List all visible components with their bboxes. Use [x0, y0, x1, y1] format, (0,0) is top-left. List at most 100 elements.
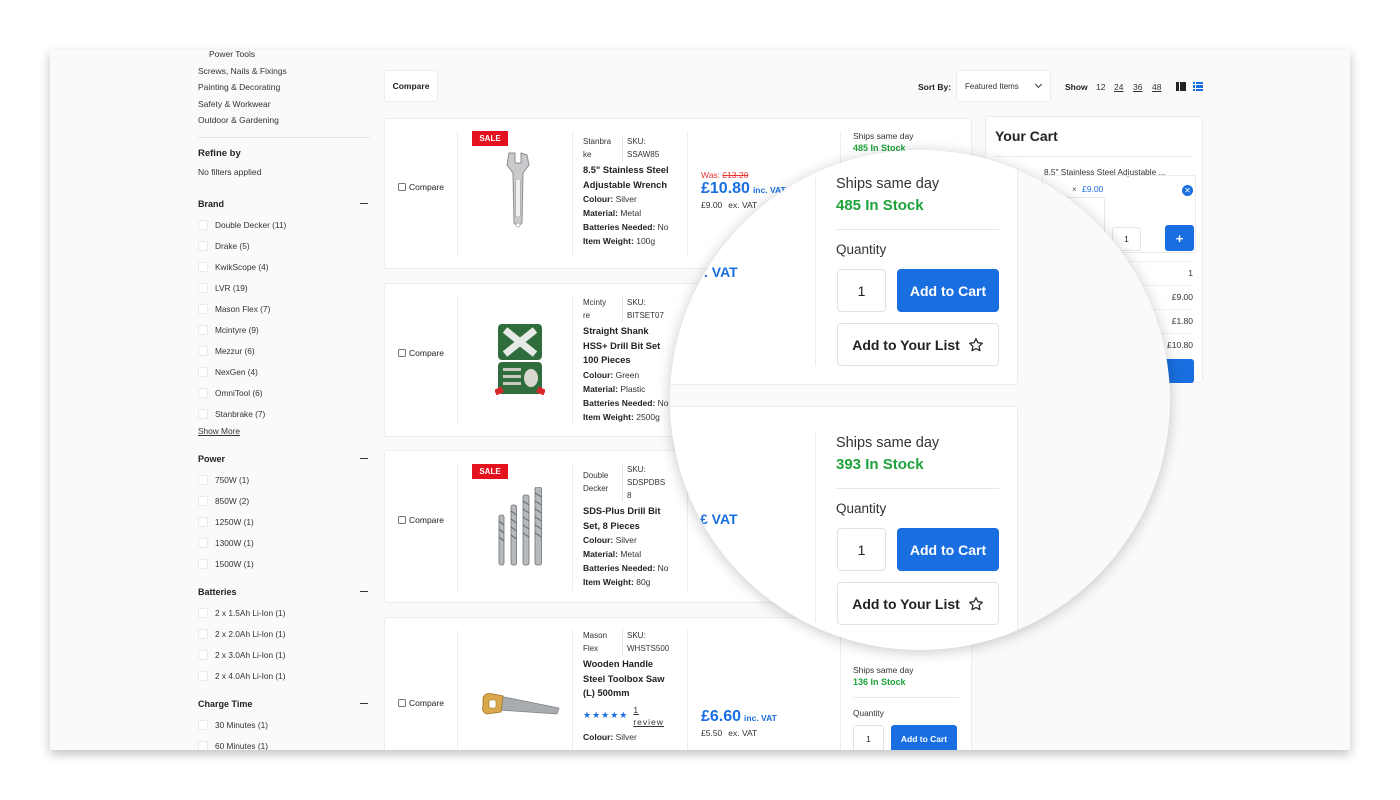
magnified-quantity-input[interactable]: 1: [837, 269, 886, 312]
checkbox[interactable]: [198, 720, 208, 730]
product-title[interactable]: SDS-Plus Drill Bit Set, 8 Pieces: [583, 504, 673, 533]
compare-checkbox[interactable]: Compare: [398, 698, 444, 708]
quantity-label: Quantity: [853, 708, 884, 718]
list-view-icon[interactable]: [1193, 82, 1203, 92]
checkbox[interactable]: [198, 496, 208, 506]
checkbox[interactable]: [198, 741, 208, 750]
facet-header[interactable]: Batteries: [198, 585, 370, 599]
facet-header[interactable]: Power: [198, 452, 370, 466]
remove-item-icon[interactable]: ✕: [1182, 185, 1193, 196]
facet-option[interactable]: 1300W (1): [198, 533, 370, 554]
checkbox[interactable]: [398, 349, 406, 357]
checkbox[interactable]: [198, 517, 208, 527]
checkbox[interactable]: [198, 283, 208, 293]
checkbox[interactable]: [198, 608, 208, 618]
checkbox[interactable]: [198, 220, 208, 230]
compare-checkbox[interactable]: Compare: [398, 348, 444, 358]
facet-header[interactable]: Brand: [198, 197, 370, 211]
compare-checkbox[interactable]: Compare: [398, 515, 444, 525]
facet-option[interactable]: 2 x 1.5Ah Li-Ion (1): [198, 603, 370, 624]
facet-option[interactable]: 750W (1): [198, 470, 370, 491]
cart-summary-total: £10.80: [1167, 340, 1193, 350]
category-link[interactable]: Power Tools: [198, 50, 370, 63]
checkbox[interactable]: [198, 325, 208, 335]
magnified-add-to-cart-button[interactable]: Add to Cart: [897, 528, 999, 571]
category-link[interactable]: Painting & Decorating: [198, 79, 370, 96]
facet-option[interactable]: 1500W (1): [198, 554, 370, 575]
checkbox[interactable]: [198, 671, 208, 681]
facet-option[interactable]: 60 Minutes (1): [198, 736, 370, 750]
facet-option[interactable]: 2 x 3.0Ah Li-Ion (1): [198, 645, 370, 666]
compare-button[interactable]: Compare: [384, 70, 438, 102]
collapse-icon[interactable]: [360, 457, 368, 460]
facet-option-label: NexGen (4): [215, 367, 258, 377]
per-page-48[interactable]: 48: [1152, 82, 1161, 92]
drill-bit-set-image[interactable]: [495, 322, 545, 398]
collapse-icon[interactable]: [360, 202, 368, 205]
sort-select[interactable]: Featured Items: [956, 70, 1051, 102]
product-title[interactable]: Wooden Handle Steel Toolbox Saw (L) 500m…: [583, 657, 673, 701]
facet-option[interactable]: Mason Flex (7): [198, 299, 370, 320]
facet-option[interactable]: Stanbrake (7): [198, 404, 370, 425]
facet-header[interactable]: Charge Time: [198, 697, 370, 711]
checkbox[interactable]: [198, 409, 208, 419]
wrench-image[interactable]: [503, 151, 533, 233]
facet-option[interactable]: OmniTool (6): [198, 383, 370, 404]
magnified-add-to-cart-button[interactable]: Add to Cart: [897, 269, 999, 312]
checkbox[interactable]: [198, 304, 208, 314]
per-page-36[interactable]: 36: [1133, 82, 1142, 92]
product-meta: Mason Flex SKU: WHSTS500 Wooden Handle Ste…: [583, 629, 673, 744]
show-more-link[interactable]: Show More: [198, 426, 370, 436]
product-sku: SKU: SDSPDBS8: [627, 465, 666, 500]
quantity-input[interactable]: 1: [853, 725, 884, 750]
checkbox[interactable]: [398, 183, 406, 191]
product-title[interactable]: Straight Shank HSS+ Drill Bit Set 100 Pi…: [583, 324, 673, 368]
facet-option[interactable]: NexGen (4): [198, 362, 370, 383]
product-title[interactable]: 8.5" Stainless Steel Adjustable Wrench: [583, 163, 683, 192]
checkbox[interactable]: [198, 559, 208, 569]
checkbox[interactable]: [198, 538, 208, 548]
facet-option[interactable]: 30 Minutes (1): [198, 715, 370, 736]
magnified-add-to-list-button[interactable]: Add to Your List: [837, 323, 999, 366]
category-link[interactable]: Screws, Nails & Fixings: [198, 63, 370, 80]
checkbox[interactable]: [398, 516, 406, 524]
checkbox[interactable]: [398, 699, 406, 707]
increase-quantity-button[interactable]: +: [1165, 225, 1194, 251]
collapse-icon[interactable]: [360, 590, 368, 593]
facet-title: Charge Time: [198, 698, 253, 709]
facet-option[interactable]: Drake (5): [198, 236, 370, 257]
facet-option[interactable]: LVR (19): [198, 278, 370, 299]
facet-option[interactable]: 1250W (1): [198, 512, 370, 533]
grid-view-icon[interactable]: [1176, 82, 1186, 92]
facet-option[interactable]: 850W (2): [198, 491, 370, 512]
checkbox[interactable]: [198, 241, 208, 251]
magnified-quantity-input[interactable]: 1: [837, 528, 886, 571]
category-link[interactable]: Safety & Workwear: [198, 96, 370, 113]
facet-option[interactable]: Mcintyre (9): [198, 320, 370, 341]
saw-image[interactable]: [481, 692, 561, 718]
compare-checkbox[interactable]: Compare: [398, 182, 444, 192]
checkbox[interactable]: [198, 388, 208, 398]
checkbox[interactable]: [198, 367, 208, 377]
facet-option[interactable]: Double Decker (11): [198, 215, 370, 236]
checkbox[interactable]: [198, 262, 208, 272]
magnified-quantity-label: Quantity: [836, 242, 887, 257]
checkbox[interactable]: [198, 629, 208, 639]
add-to-cart-button[interactable]: Add to Cart: [891, 725, 957, 750]
category-link[interactable]: Outdoor & Gardening: [198, 112, 370, 129]
product-sku: SKU: WHSTS500: [627, 631, 670, 653]
facet-option[interactable]: Mezzur (6): [198, 341, 370, 362]
checkbox[interactable]: [198, 650, 208, 660]
product-brand: Mcinty re: [583, 296, 623, 322]
sds-drill-bits-image[interactable]: [495, 487, 545, 569]
collapse-icon[interactable]: [360, 702, 368, 705]
per-page-12[interactable]: 12: [1096, 82, 1105, 92]
per-page-24[interactable]: 24: [1114, 82, 1123, 92]
facet-option[interactable]: 2 x 4.0Ah Li-Ion (1): [198, 666, 370, 687]
magnified-add-to-list-button[interactable]: Add to Your List: [837, 582, 999, 625]
reviews-link[interactable]: 1 review: [633, 704, 664, 728]
facet-option[interactable]: 2 x 2.0Ah Li-Ion (1): [198, 624, 370, 645]
checkbox[interactable]: [198, 475, 208, 485]
checkbox[interactable]: [198, 346, 208, 356]
facet-option[interactable]: KwikScope (4): [198, 257, 370, 278]
